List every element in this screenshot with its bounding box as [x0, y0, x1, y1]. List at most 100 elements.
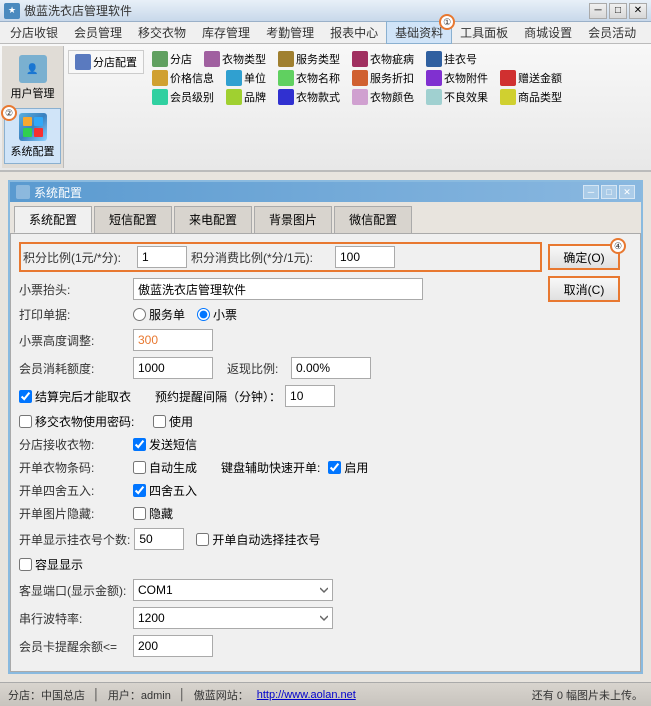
menu-fendian-shouyin[interactable]: 分店收银: [2, 22, 66, 43]
radio-xiaopiao-label[interactable]: 小票: [197, 306, 237, 323]
left-sidebar: 👤 用户管理 ② 系统配置: [2, 46, 64, 168]
main-area: 系统配置 ─ □ ✕ 系统配置 短信配置 来电配置 背景图片 微信配置 ④确定(…: [0, 172, 651, 682]
ribbon-btn-yiwu-yanse[interactable]: 衣物颜色: [348, 88, 418, 106]
rongxian-checkbox-label[interactable]: 容显显示: [19, 556, 83, 573]
maximize-button[interactable]: □: [609, 3, 627, 19]
fasong-duanxin-checkbox[interactable]: [133, 438, 146, 451]
sishe-checkbox-label[interactable]: 四舍五入: [133, 482, 197, 499]
sub-title-bar: 系统配置 ─ □ ✕: [10, 182, 641, 202]
ribbon-btn-danwei[interactable]: 单位: [222, 69, 270, 87]
radio-fuwudan[interactable]: [133, 308, 146, 321]
ribbon-btn-yiwu-kuanshi[interactable]: 衣物款式: [274, 88, 344, 106]
botv-select[interactable]: 1200 2400 9600: [133, 607, 333, 629]
sub-close-button[interactable]: ✕: [619, 185, 635, 199]
yuyue-input[interactable]: [285, 385, 335, 407]
tab-system-config[interactable]: 系统配置: [14, 206, 92, 233]
tab-wechat-config[interactable]: 微信配置: [334, 206, 412, 233]
guayihao-input[interactable]: [134, 528, 184, 550]
jifen-bili-input[interactable]: [137, 246, 187, 268]
cancel-button[interactable]: 取消(C): [548, 276, 620, 302]
jifen-xiaofeibili-input[interactable]: [335, 246, 395, 268]
ribbon-btn-fendian[interactable]: 分店: [148, 50, 196, 68]
jiesuan-checkbox-label[interactable]: 结算完后才能取衣: [19, 388, 131, 405]
jianpan-use-text: 启用: [344, 459, 368, 476]
ribbon-btn-pinpai[interactable]: 品牌: [222, 88, 270, 106]
ribbon-btn-yiwu-mingcheng[interactable]: 衣物名称: [274, 69, 344, 87]
ribbon-btn-guayihao[interactable]: 挂衣号: [422, 50, 481, 68]
yiwu-mima-checkbox[interactable]: [19, 415, 32, 428]
status-fendian: 分店：中国总店: [8, 687, 85, 703]
jianpan-use-label[interactable]: 启用: [328, 459, 368, 476]
ribbon-btn-fuwu-zhekou[interactable]: 服务折扣: [348, 69, 418, 87]
xiaopiao-height-label: 小票高度调整:: [19, 332, 129, 349]
menu-kaoqin-guanli[interactable]: 考勤管理: [258, 22, 322, 43]
huiyuancard-input[interactable]: [133, 635, 213, 657]
tab-sms-config[interactable]: 短信配置: [94, 206, 172, 233]
confirm-button[interactable]: ④确定(O): [548, 244, 620, 270]
ribbon-btn-buliang-xiaoguo[interactable]: 不良效果: [422, 88, 492, 106]
yiwu-use-checkbox[interactable]: [153, 415, 166, 428]
rongxian-row: 容显显示: [19, 556, 632, 573]
xiaopiao-taitou-input[interactable]: [133, 278, 423, 300]
close-button[interactable]: ✕: [629, 3, 647, 19]
xiaopiao-taitou-row: 小票抬头:: [19, 278, 632, 300]
auto-select-label[interactable]: 开单自动选择挂衣号: [196, 531, 320, 548]
ribbon-btn-shangpin-leixing[interactable]: 商品类型: [496, 88, 566, 106]
ribbon-btn-zengsong-jine[interactable]: 赠送金额: [496, 69, 566, 87]
tab-background-pic[interactable]: 背景图片: [254, 206, 332, 233]
xiaopiao-height-input[interactable]: [133, 329, 213, 351]
menu-gongju-mianban[interactable]: 工具面板: [452, 22, 516, 43]
menu-huiyuan-guanli[interactable]: 会员管理: [66, 22, 130, 43]
botv-label: 串行波特率:: [19, 610, 129, 627]
ribbon-btn-yiwu-cibing[interactable]: 衣物疵病: [348, 50, 418, 68]
sub-maximize-button[interactable]: □: [601, 185, 617, 199]
yiwu-mima-checkbox-label[interactable]: 移交衣物使用密码:: [19, 413, 149, 430]
fanxian-input[interactable]: [291, 357, 371, 379]
dayinjudata-row: 打印单据: 服务单 小票: [19, 306, 632, 323]
ribbon-btn-yiwu-fujian[interactable]: 衣物附件: [422, 69, 492, 87]
menu-huiyuan-huodong[interactable]: 会员活动: [580, 22, 644, 43]
tab-call-config[interactable]: 来电配置: [174, 206, 252, 233]
yuyue-label: 预约提醒间隔（分钟）：: [155, 388, 281, 405]
ribbon-btn-yiwu-leixing[interactable]: 衣物类型: [200, 50, 270, 68]
jianpan-use-checkbox[interactable]: [328, 461, 341, 474]
sub-minimize-button[interactable]: ─: [583, 185, 599, 199]
menu-baobiao-zhongxin[interactable]: 报表中心: [322, 22, 386, 43]
radio-fuwudan-label[interactable]: 服务单: [133, 306, 185, 323]
minimize-button[interactable]: ─: [589, 3, 607, 19]
sidebar-item-user-mgmt[interactable]: 👤 用户管理: [4, 50, 61, 106]
radio-xiaopiao[interactable]: [197, 308, 210, 321]
kaidan-tiaoma-row: 开单衣物条码: 自动生成 键盘辅助快速开单: 启用: [19, 459, 632, 476]
ribbon-btn-huiyuan-jiebie[interactable]: 会员级别: [148, 88, 218, 106]
sishe-checkbox[interactable]: [133, 484, 146, 497]
sidebar-item-sys-config[interactable]: ② 系统配置: [4, 108, 61, 164]
menu-shangcheng-shezhi[interactable]: 商城设置: [516, 22, 580, 43]
ribbon-btn-jiage-xinxi[interactable]: 价格信息: [148, 69, 218, 87]
jiesuan-row: 结算完后才能取衣 预约提醒间隔（分钟）：: [19, 385, 632, 407]
huiyuan-xiaofei-label: 会员消耗额度:: [19, 360, 129, 377]
status-yonghu: 用户：admin: [108, 687, 171, 703]
auto-select-checkbox[interactable]: [196, 533, 209, 546]
menu-bar: 分店收银 会员管理 移交衣物 库存管理 考勤管理 报表中心 基础资料 ① 工具面…: [0, 22, 651, 44]
huiyuan-xiaofei-input[interactable]: [133, 357, 213, 379]
jiesuan-checkbox[interactable]: [19, 390, 32, 403]
status-wangzhan: 傲蓝网站：: [194, 687, 249, 703]
kezhiduan-select[interactable]: COM1 COM2 COM3: [133, 579, 333, 601]
menu-yijiao-yiwu[interactable]: 移交衣物: [130, 22, 194, 43]
menu-jichu-ziliao[interactable]: 基础资料 ①: [386, 21, 452, 44]
huiyuan-xiaofei-row: 会员消耗额度: 返现比例:: [19, 357, 632, 379]
fasong-duanxin-label[interactable]: 发送短信: [133, 436, 197, 453]
auto-shengcheng-checkbox[interactable]: [133, 461, 146, 474]
radio-fuwudan-text: 服务单: [149, 306, 185, 323]
auto-shengcheng-label[interactable]: 自动生成: [133, 459, 197, 476]
yincang-checkbox-label[interactable]: 隐藏: [133, 505, 173, 522]
sidebar-label-sys-config: 系统配置: [11, 143, 55, 159]
kezhiduan-row: 客显端口(显示金额): COM1 COM2 COM3: [19, 579, 632, 601]
yiwu-use-label[interactable]: 使用: [153, 413, 193, 430]
ribbon-btn-fendian-peizhj[interactable]: 分店配置: [71, 53, 141, 71]
menu-kucun-guanli[interactable]: 库存管理: [194, 22, 258, 43]
status-link[interactable]: http://www.aolan.net: [257, 689, 356, 701]
rongxian-checkbox[interactable]: [19, 558, 32, 571]
yincang-checkbox[interactable]: [133, 507, 146, 520]
ribbon-btn-fuwu-leixing[interactable]: 服务类型: [274, 50, 344, 68]
